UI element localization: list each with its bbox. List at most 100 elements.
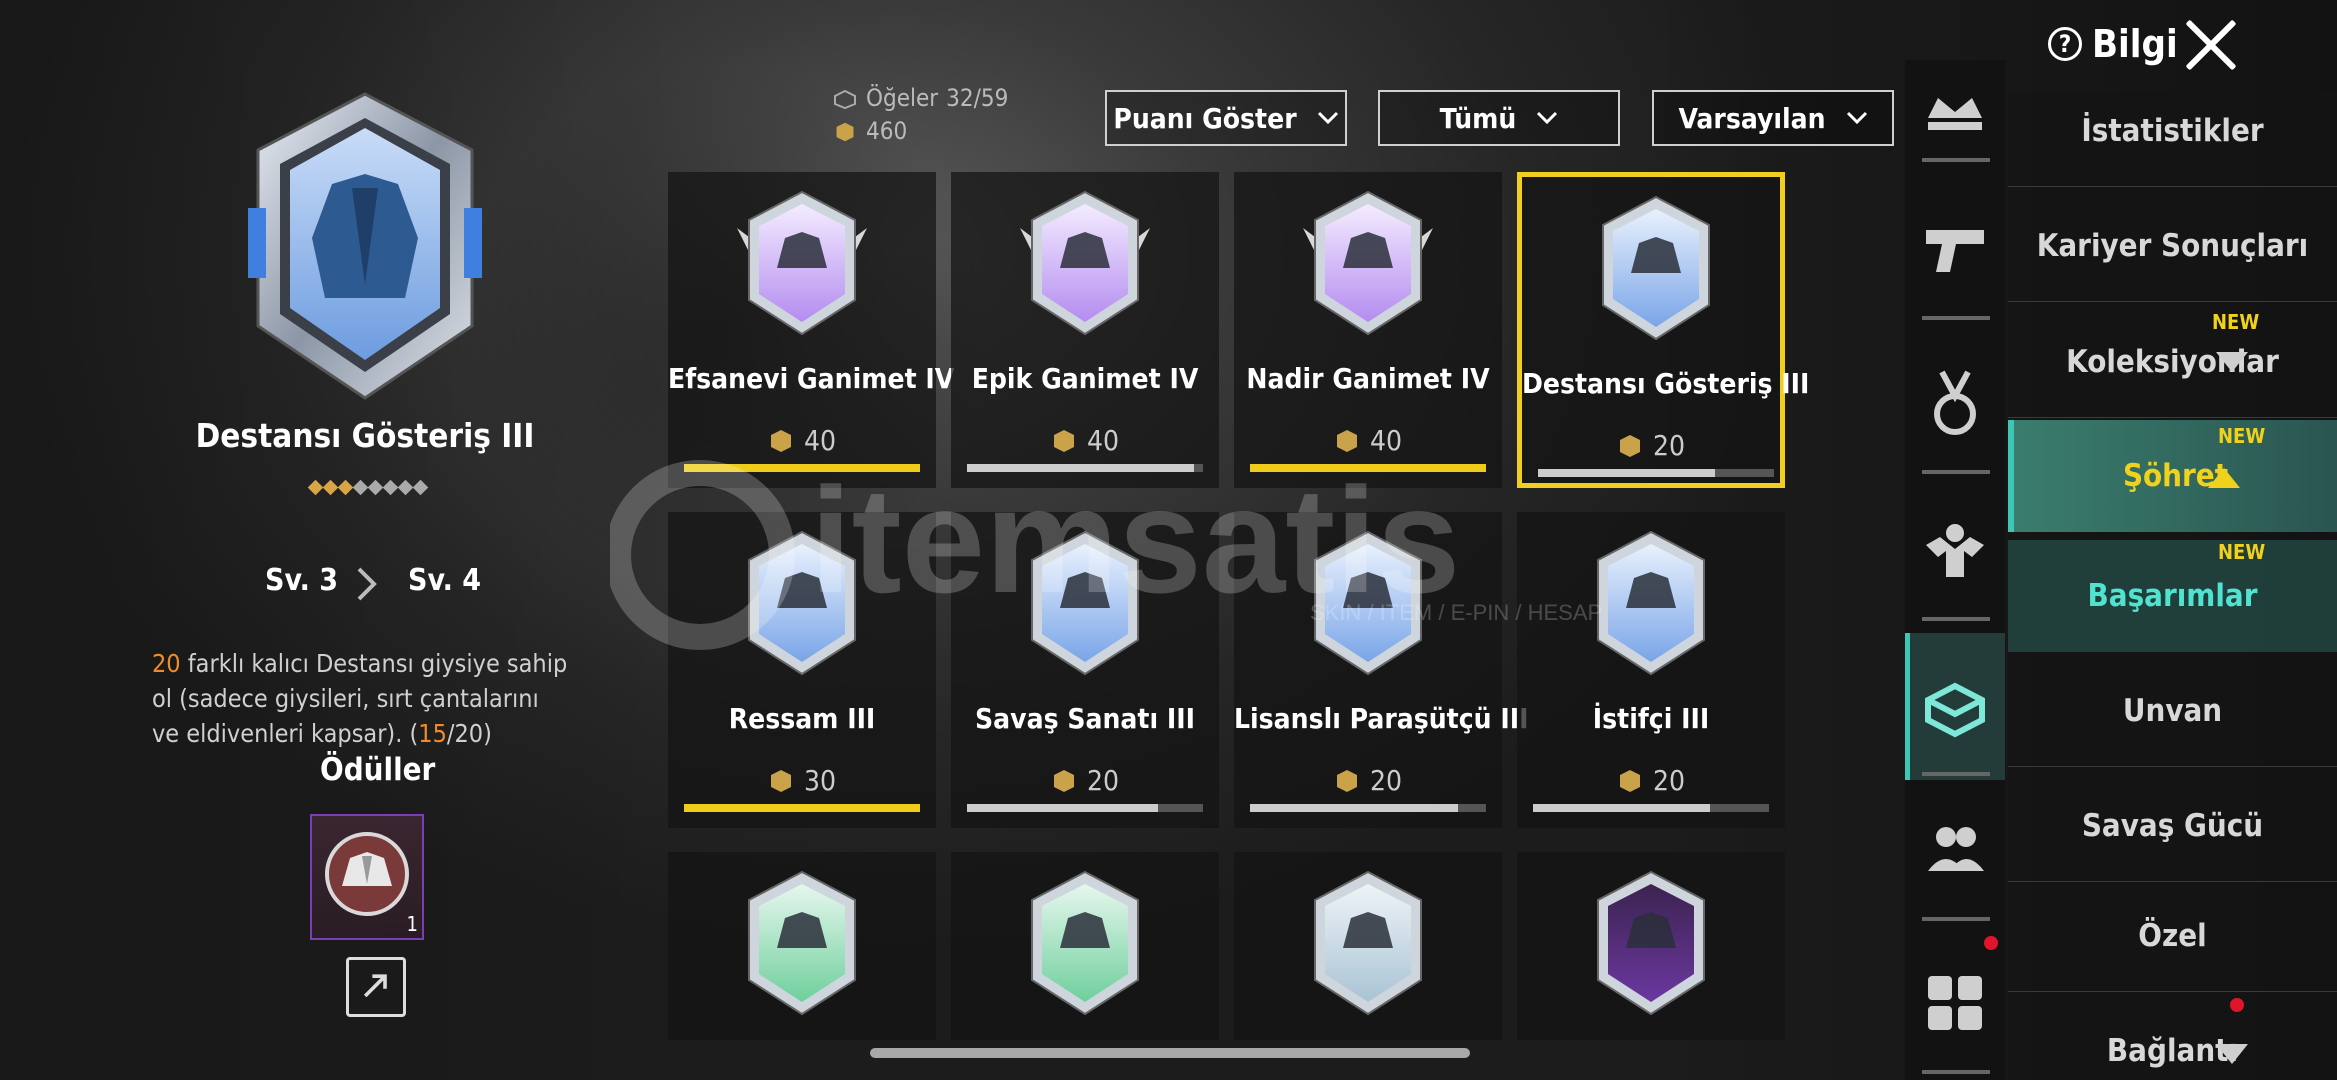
sort-points-dropdown[interactable]: Puanı Göster [1105,90,1347,146]
new-badge: NEW [2218,424,2266,448]
achievement-card[interactable]: Nadir Ganimet IV 40 [1234,172,1502,488]
jacket-icon [1602,195,1710,341]
new-badge: NEW [2218,540,2266,564]
desc-text: farklı kalıcı Destansı giysiye sahip ol … [152,649,568,748]
card-points-value: 20 [1652,429,1686,462]
share-link-icon[interactable] [346,957,406,1017]
reward-item[interactable]: 1 [310,814,424,940]
selected-badge-jacket-icon [248,92,482,400]
coin-icon [770,429,791,452]
menu-item-label: Savaş Gücü [2081,807,2264,844]
coin-icon [770,769,791,792]
info-button[interactable]: ? Bilgi [2048,22,2178,66]
card-points: 30 [668,764,936,797]
achievement-card[interactable] [951,852,1219,1040]
menu-item[interactable]: İstatistikler [2008,75,2337,187]
nav-separator [1922,617,1990,621]
menu-item[interactable]: Kariyer Sonuçları [2008,190,2337,302]
card-points: 40 [668,424,936,457]
achievement-card[interactable]: Epik Ganimet IV 40 [951,172,1219,488]
rewards-label: Ödüller [320,752,436,788]
progress-done: 15 [418,719,447,748]
grid-scrollbar[interactable] [870,1048,1470,1058]
card-title: İstifçi III [1592,702,1710,735]
nav-separator [1922,917,1990,921]
menu-item[interactable]: Bağlantı [2008,995,2337,1080]
menu-item[interactable]: Şöhret [2008,420,2337,532]
card-points: 40 [1234,424,1502,457]
items-value: 32/59 [946,84,1009,112]
menu-item[interactable]: Unvan [2008,655,2337,767]
star-pip [382,479,399,496]
watermark-tagline: SKIN / ITEM / E-PIN / HESAP [1310,600,1602,625]
medal-icon[interactable] [1920,368,1990,438]
card-points-value: 40 [1086,424,1120,457]
achievement-description: 20 farklı kalıcı Destansı giysiye sahip … [152,646,572,751]
card-progress-bar [967,804,1203,812]
collection-box-icon[interactable] [1920,670,1990,740]
coin-icon [1336,769,1357,792]
card-progress-bar [1533,804,1769,812]
crown-icon[interactable] [1920,78,1990,148]
muscle-icon[interactable] [1920,515,1990,585]
card-points: 20 [1234,764,1502,797]
new-badge: NEW [2212,310,2260,334]
card-progress-fill [967,804,1159,812]
order-dropdown[interactable]: Varsayılan [1652,90,1894,146]
points-value: 460 [866,117,908,145]
dropdown-label: Puanı Göster [1113,101,1297,135]
dance-pose-icon [1031,870,1139,1016]
coin-icon [1053,429,1074,452]
star-rating [307,479,429,496]
star-pip [352,479,369,496]
pistol-icon[interactable] [1920,214,1990,284]
chevron-down-icon [1846,111,1867,125]
achievement-title: Destansı Gösteriş III [195,416,535,455]
card-points: 20 [951,764,1219,797]
friends-icon[interactable] [1920,815,1990,885]
achievement-card[interactable] [1517,852,1785,1040]
achievement-card[interactable]: Destansı Gösteriş III 20 [1517,172,1810,488]
dance-pose-icon [1314,870,1422,1016]
achievement-card[interactable] [1234,852,1502,1040]
card-title: Destansı Gösteriş III [1522,367,1810,400]
card-points-value: 20 [1369,764,1403,797]
chevron-right-icon [357,567,377,601]
card-points-value: 40 [1369,424,1403,457]
menu-item-label: Özel [2138,917,2207,954]
star-pip [337,479,354,496]
nav-separator [1922,470,1990,474]
star-pip [367,479,384,496]
notification-dot [1984,936,1998,950]
nav-separator [1922,158,1990,162]
card-title: Savaş Sanatı III [975,702,1195,735]
card-title: Nadir Ganimet IV [1246,362,1490,395]
reward-count: 1 [406,912,418,936]
info-label: Bilgi [2092,22,2178,66]
card-progress-fill [1250,804,1458,812]
coin-icon [1336,429,1357,452]
menu-item[interactable]: Savaş Gücü [2008,770,2337,882]
menu-item-label: Unvan [2122,692,2223,729]
card-points-value: 40 [803,424,837,457]
menu-item[interactable]: Özel [2008,880,2337,992]
menu-item[interactable]: Başarımlar [2008,540,2337,652]
itemsatis-watermark: itemsatis SKIN / ITEM / E-PIN / HESAP [610,460,1602,650]
menu-item-label: Başarımlar [2087,578,2258,614]
achievement-card[interactable] [668,852,936,1040]
nav-separator [1922,1070,1990,1074]
help-icon: ? [2048,27,2082,61]
card-points: 40 [951,424,1219,457]
caret-down-icon [2216,352,2248,372]
chevron-down-icon [1537,111,1558,125]
grid-apps-icon[interactable] [1920,968,1990,1038]
card-points-value: 30 [803,764,837,797]
tuxedo-icon [1020,190,1150,336]
menu-item[interactable]: Koleksiyonlar [2008,306,2337,418]
close-icon[interactable] [2182,16,2240,74]
card-title: Epik Ganimet IV [971,362,1199,395]
category-dropdown[interactable]: Tümü [1378,90,1620,146]
achievement-card[interactable]: Efsanevi Ganimet IV 40 [668,172,954,488]
coin-icon [1053,769,1074,792]
card-points: 20 [1522,429,1780,462]
